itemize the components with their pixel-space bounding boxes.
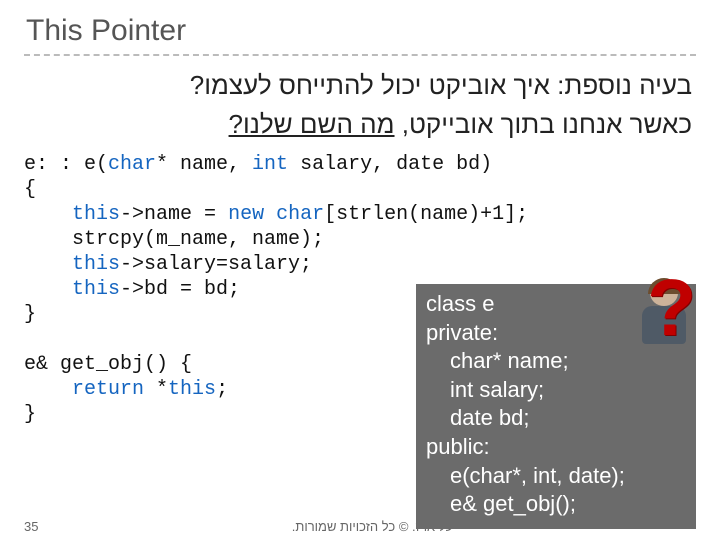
hebrew-line-1: בעיה נוספת: איך אוביקט יכול להתייחס לעצמ…	[24, 66, 692, 105]
question-mark-icon: ?	[647, 268, 696, 348]
class-line: e& get_obj();	[426, 490, 686, 519]
class-line: public:	[426, 433, 686, 462]
title-divider	[24, 54, 696, 56]
class-line: int salary;	[426, 376, 686, 405]
page-number: 35	[24, 519, 64, 534]
page-title: This Pointer	[26, 14, 696, 48]
hebrew-question: בעיה נוספת: איך אוביקט יכול להתייחס לעצמ…	[24, 66, 696, 144]
class-line: e(char*, int, date);	[426, 462, 686, 491]
class-line: date bd;	[426, 404, 686, 433]
hebrew-line-2: כאשר אנחנו בתוך אובייקט, מה השם שלנו?	[24, 105, 692, 144]
